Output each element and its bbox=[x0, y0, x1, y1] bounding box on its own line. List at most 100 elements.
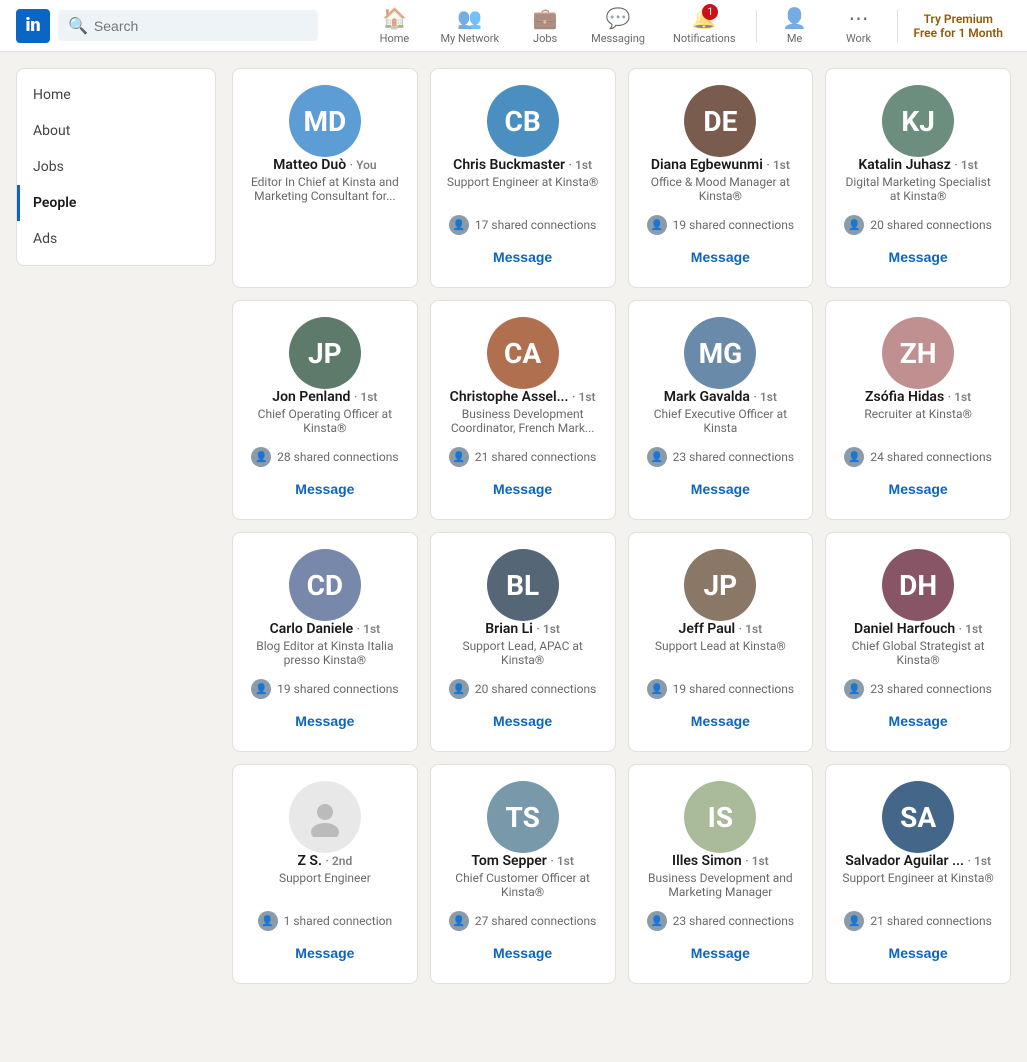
shared-count: 23 shared connections bbox=[870, 682, 991, 696]
home-icon: 🏠 bbox=[382, 6, 407, 30]
person-degree: · 1st bbox=[968, 854, 992, 868]
message-button[interactable]: Message bbox=[873, 243, 964, 271]
person-name: Brian Li · 1st bbox=[485, 621, 560, 637]
nav-jobs[interactable]: 💼 Jobs bbox=[515, 0, 575, 53]
search-bar[interactable]: 🔍 bbox=[58, 10, 318, 41]
shared-avatar-icon: 👤 bbox=[647, 679, 667, 699]
person-name: Zsófia Hidas · 1st bbox=[865, 389, 971, 405]
shared-connections: 👤 1 shared connection bbox=[258, 911, 392, 931]
search-input[interactable] bbox=[94, 18, 308, 34]
avatar: DE bbox=[684, 85, 756, 157]
message-button[interactable]: Message bbox=[279, 707, 370, 735]
person-name: Tom Sepper · 1st bbox=[471, 853, 574, 869]
person-degree: · 2nd bbox=[325, 854, 352, 868]
message-button[interactable]: Message bbox=[675, 475, 766, 503]
shared-connections: 👤 21 shared connections bbox=[449, 447, 596, 467]
person-degree: · 1st bbox=[357, 622, 381, 636]
message-button[interactable]: Message bbox=[873, 707, 964, 735]
nav-notifications[interactable]: 🔔 1 Notifications bbox=[661, 0, 748, 53]
person-title: Chief Executive Officer at Kinsta bbox=[645, 407, 797, 439]
sidebar-item-people[interactable]: People bbox=[17, 185, 215, 221]
person-title: Support Lead at Kinsta® bbox=[655, 639, 786, 671]
shared-avatar-icon: 👤 bbox=[647, 215, 667, 235]
avatar: MG bbox=[684, 317, 756, 389]
sidebar-item-about[interactable]: About bbox=[17, 113, 215, 149]
person-card: JP Jeff Paul · 1st Support Lead at Kinst… bbox=[628, 532, 814, 752]
person-title: Digital Marketing Specialist at Kinsta® bbox=[842, 175, 994, 207]
person-card: TS Tom Sepper · 1st Chief Customer Offic… bbox=[430, 764, 616, 984]
nav-divider-2 bbox=[897, 10, 898, 42]
nav-me-label: Me bbox=[787, 32, 802, 45]
person-card: CD Carlo Daniele · 1st Blog Editor at Ki… bbox=[232, 532, 418, 752]
nav-network-label: My Network bbox=[440, 32, 499, 45]
person-name: Katalin Juhasz · 1st bbox=[858, 157, 977, 173]
nav-me[interactable]: 👤 Me bbox=[765, 0, 825, 53]
person-card: CB Chris Buckmaster · 1st Support Engine… bbox=[430, 68, 616, 288]
shared-avatar-icon: 👤 bbox=[449, 215, 469, 235]
person-title: Chief Global Strategist at Kinsta® bbox=[842, 639, 994, 671]
avatar: IS bbox=[684, 781, 756, 853]
messaging-icon: 💬 bbox=[606, 6, 631, 30]
sidebar-item-ads[interactable]: Ads bbox=[17, 221, 215, 257]
shared-avatar-icon: 👤 bbox=[449, 447, 469, 467]
avatar: JP bbox=[289, 317, 361, 389]
shared-count: 21 shared connections bbox=[475, 450, 596, 464]
nav-work[interactable]: ⋯ Work bbox=[829, 0, 889, 53]
person-card: ZH Zsófia Hidas · 1st Recruiter at Kinst… bbox=[825, 300, 1011, 520]
person-card: DH Daniel Harfouch · 1st Chief Global St… bbox=[825, 532, 1011, 752]
shared-avatar-icon: 👤 bbox=[251, 447, 271, 467]
nav-home[interactable]: 🏠 Home bbox=[364, 0, 424, 53]
person-title: Support Engineer at Kinsta® bbox=[447, 175, 598, 207]
sidebar-item-home[interactable]: Home bbox=[17, 77, 215, 113]
jobs-icon: 💼 bbox=[533, 6, 558, 30]
message-button[interactable]: Message bbox=[477, 939, 568, 967]
person-name: Z S. · 2nd bbox=[297, 853, 352, 869]
search-icon: 🔍 bbox=[68, 16, 88, 35]
message-button[interactable]: Message bbox=[477, 707, 568, 735]
avatar: CB bbox=[487, 85, 559, 157]
message-button[interactable]: Message bbox=[477, 475, 568, 503]
person-card: JP Jon Penland · 1st Chief Operating Off… bbox=[232, 300, 418, 520]
shared-count: 19 shared connections bbox=[673, 218, 794, 232]
person-title: Chief Customer Officer at Kinsta® bbox=[447, 871, 599, 903]
shared-connections: 👤 23 shared connections bbox=[647, 447, 794, 467]
avatar: BL bbox=[487, 549, 559, 621]
message-button[interactable]: Message bbox=[675, 939, 766, 967]
person-name: Jeff Paul · 1st bbox=[679, 621, 763, 637]
premium-button[interactable]: Try Premium Free for 1 Month bbox=[906, 8, 1011, 44]
person-degree: · 1st bbox=[753, 390, 777, 404]
message-button[interactable]: Message bbox=[675, 707, 766, 735]
sidebar-people-label: People bbox=[33, 195, 76, 211]
avatar: CA bbox=[487, 317, 559, 389]
person-degree: · 1st bbox=[954, 158, 978, 172]
linkedin-logo[interactable]: in bbox=[16, 9, 50, 43]
message-button[interactable]: Message bbox=[477, 243, 568, 271]
person-title: Business Development and Marketing Manag… bbox=[645, 871, 797, 903]
people-grid: MD Matteo Duò · You Editor In Chief at K… bbox=[232, 68, 1011, 984]
message-button[interactable]: Message bbox=[873, 475, 964, 503]
shared-count: 19 shared connections bbox=[277, 682, 398, 696]
person-name: Daniel Harfouch · 1st bbox=[854, 621, 982, 637]
person-degree: · 1st bbox=[948, 390, 972, 404]
shared-count: 19 shared connections bbox=[673, 682, 794, 696]
nav-items: 🏠 Home 👥 My Network 💼 Jobs 💬 Messaging 🔔… bbox=[364, 0, 1011, 53]
message-button[interactable]: Message bbox=[279, 939, 370, 967]
avatar: CD bbox=[289, 549, 361, 621]
person-name: Matteo Duò · You bbox=[273, 157, 376, 173]
shared-connections: 👤 20 shared connections bbox=[449, 679, 596, 699]
nav-messaging-label: Messaging bbox=[591, 32, 645, 45]
message-button[interactable]: Message bbox=[279, 475, 370, 503]
nav-divider bbox=[756, 10, 757, 42]
shared-count: 23 shared connections bbox=[673, 914, 794, 928]
nav-my-network[interactable]: 👥 My Network bbox=[428, 0, 511, 53]
person-title: Support Lead, APAC at Kinsta® bbox=[447, 639, 599, 671]
message-button[interactable]: Message bbox=[675, 243, 766, 271]
avatar: TS bbox=[487, 781, 559, 853]
sidebar-item-jobs[interactable]: Jobs bbox=[17, 149, 215, 185]
sidebar-ads-label: Ads bbox=[33, 231, 57, 247]
shared-avatar-icon: 👤 bbox=[647, 447, 667, 467]
message-button[interactable]: Message bbox=[873, 939, 964, 967]
avatar: DH bbox=[882, 549, 954, 621]
nav-messaging[interactable]: 💬 Messaging bbox=[579, 0, 657, 53]
person-degree: · 1st bbox=[745, 854, 769, 868]
